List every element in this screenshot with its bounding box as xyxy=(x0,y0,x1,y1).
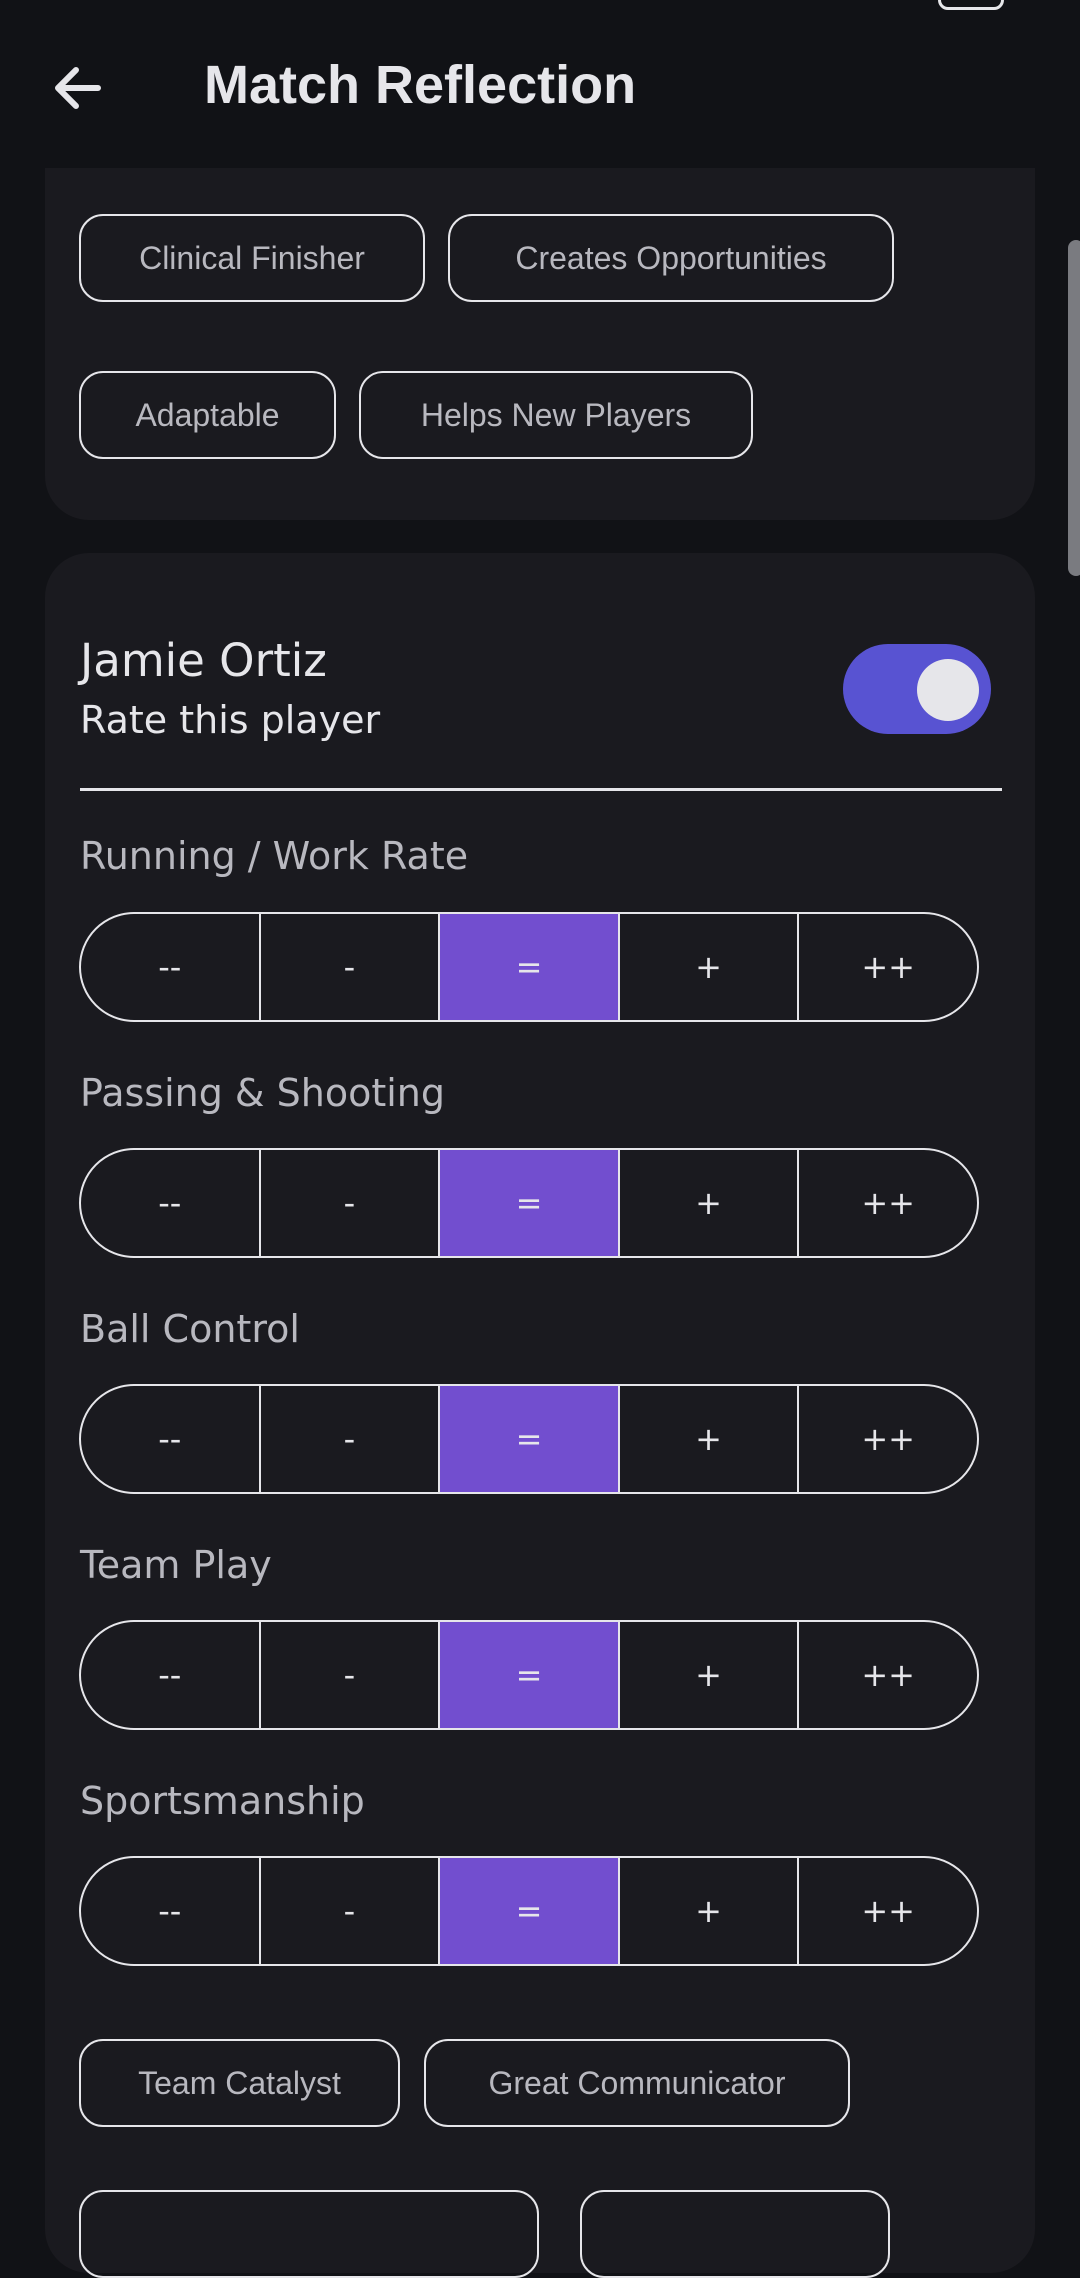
chip-clinical-finisher[interactable]: Clinical Finisher xyxy=(79,214,425,302)
chip-helps-new-players[interactable]: Helps New Players xyxy=(359,371,753,459)
rating-option-high[interactable]: + xyxy=(617,1622,798,1728)
scrollbar-thumb[interactable] xyxy=(1068,240,1080,576)
rating-option-very-low[interactable]: -- xyxy=(81,914,259,1020)
app-bar: Match Reflection xyxy=(0,0,1080,168)
rating-option-low[interactable]: - xyxy=(258,1386,439,1492)
rate-player-toggle[interactable] xyxy=(843,644,991,734)
rating-option-very-low[interactable]: -- xyxy=(81,1386,259,1492)
rating-option-low[interactable]: - xyxy=(258,1150,439,1256)
rating-label-ball-control: Ball Control xyxy=(80,1307,300,1351)
rating-label-sportsmanship: Sportsmanship xyxy=(80,1779,365,1823)
rating-option-low[interactable]: - xyxy=(258,914,439,1020)
chip-creates-opportunities[interactable]: Creates Opportunities xyxy=(448,214,894,302)
rating-option-very-high[interactable]: ++ xyxy=(797,1386,977,1492)
rating-option-very-low[interactable]: -- xyxy=(81,1150,259,1256)
chip-adaptable[interactable]: Adaptable xyxy=(79,371,336,459)
rating-selector-team-play: -- - = + ++ xyxy=(79,1620,979,1730)
rating-label-work-rate: Running / Work Rate xyxy=(80,834,469,878)
page-title: Match Reflection xyxy=(204,55,637,115)
rating-selector-work-rate: -- - = + ++ xyxy=(79,912,979,1022)
rating-option-very-high[interactable]: ++ xyxy=(797,1622,977,1728)
rating-option-very-low[interactable]: -- xyxy=(81,1622,259,1728)
rating-option-very-low[interactable]: -- xyxy=(81,1858,259,1964)
player-name: Jamie Ortiz xyxy=(80,634,327,687)
rating-option-very-high[interactable]: ++ xyxy=(797,1150,977,1256)
chip-partial[interactable] xyxy=(79,2190,539,2278)
player-subtitle: Rate this player xyxy=(80,698,381,742)
rating-selector-sportsmanship: -- - = + ++ xyxy=(79,1856,979,1966)
status-indicator xyxy=(938,0,1004,10)
rating-option-neutral[interactable]: = xyxy=(438,1150,618,1256)
arrow-left-icon xyxy=(55,67,101,109)
rating-option-low[interactable]: - xyxy=(258,1858,439,1964)
back-button[interactable] xyxy=(48,56,112,120)
chip-great-communicator[interactable]: Great Communicator xyxy=(424,2039,850,2127)
rating-option-high[interactable]: + xyxy=(617,1150,798,1256)
rating-option-very-high[interactable]: ++ xyxy=(797,914,977,1020)
rating-option-neutral[interactable]: = xyxy=(438,1858,618,1964)
rating-option-high[interactable]: + xyxy=(617,914,798,1020)
rating-selector-passing-shooting: -- - = + ++ xyxy=(79,1148,979,1258)
rating-option-neutral[interactable]: = xyxy=(438,914,618,1020)
divider xyxy=(80,788,1002,791)
rating-label-team-play: Team Play xyxy=(80,1543,272,1587)
rating-option-high[interactable]: + xyxy=(617,1858,798,1964)
chip-team-catalyst[interactable]: Team Catalyst xyxy=(79,2039,400,2127)
rating-option-neutral[interactable]: = xyxy=(438,1622,618,1728)
rating-selector-ball-control: -- - = + ++ xyxy=(79,1384,979,1494)
toggle-knob xyxy=(917,659,979,721)
chip-partial[interactable] xyxy=(580,2190,890,2278)
rating-label-passing-shooting: Passing & Shooting xyxy=(80,1071,446,1115)
rating-option-very-high[interactable]: ++ xyxy=(797,1858,977,1964)
rating-option-low[interactable]: - xyxy=(258,1622,439,1728)
rating-option-high[interactable]: + xyxy=(617,1386,798,1492)
rating-option-neutral[interactable]: = xyxy=(438,1386,618,1492)
